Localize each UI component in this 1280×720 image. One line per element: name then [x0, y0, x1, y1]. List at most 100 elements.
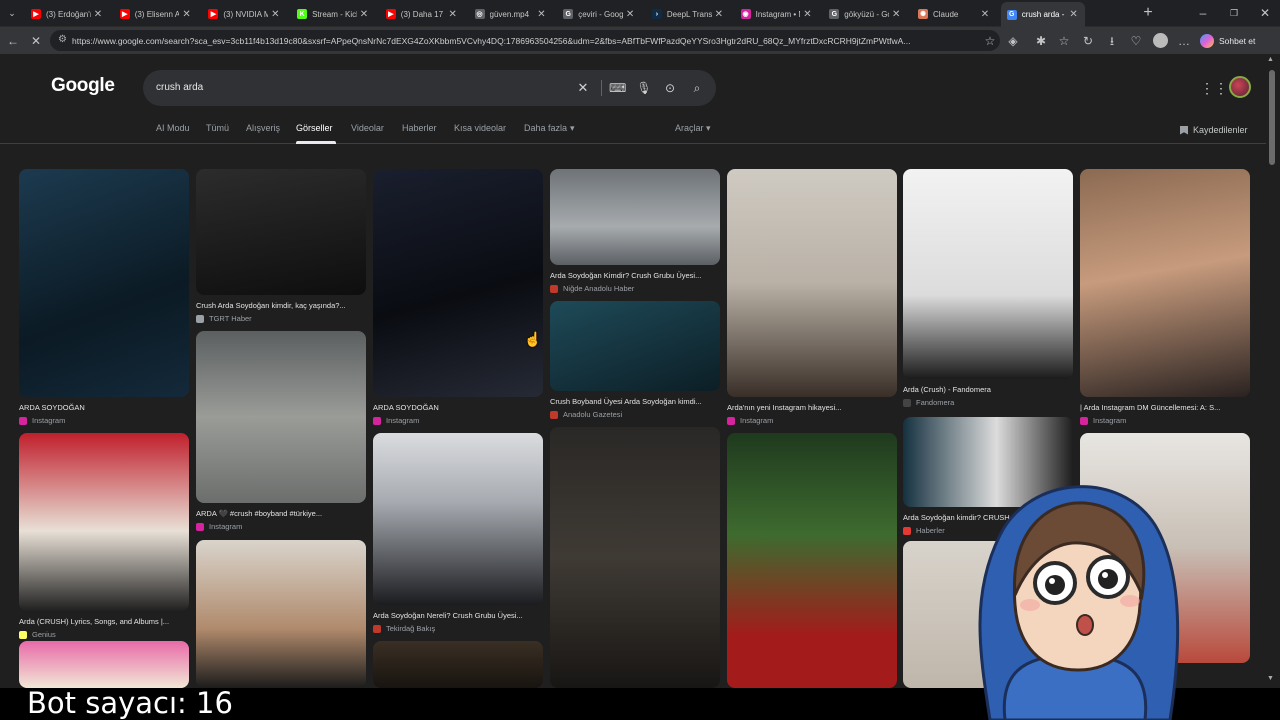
stop-loading-icon[interactable]: ✕ [28, 33, 44, 49]
result-thumbnail[interactable] [19, 433, 189, 611]
result-thumbnail[interactable] [196, 540, 366, 688]
browser-tab[interactable]: K Stream - Kick D✕ [291, 3, 376, 25]
profile-avatar[interactable] [1153, 33, 1168, 48]
result-source[interactable]: Fandomera [903, 398, 954, 407]
restore-icon[interactable]: ❐ [1226, 5, 1242, 21]
search-tab[interactable]: Haberler [402, 123, 437, 133]
browser-tab[interactable]: ▶ (3) Elisenn Am✕ [114, 3, 199, 25]
result-source[interactable]: Genius [19, 630, 56, 639]
close-tab-icon[interactable]: ✕ [537, 9, 547, 20]
browser-tab[interactable]: ◎ güven.mp4 ✕ [469, 3, 554, 25]
address-bar[interactable]: ⚙ https://www.google.com/search?sca_esv=… [50, 30, 1000, 51]
scrollbar-thumb[interactable] [1269, 70, 1275, 165]
result-thumbnail[interactable] [19, 169, 189, 397]
close-tab-icon[interactable]: ✕ [981, 9, 991, 20]
result-thumbnail[interactable] [550, 301, 720, 391]
search-tab[interactable]: Daha fazla [524, 123, 567, 133]
bookmark-star-icon[interactable]: ☆ [982, 33, 998, 49]
close-tab-icon[interactable]: ✕ [448, 9, 458, 20]
more-menu-icon[interactable]: … [1176, 33, 1192, 49]
google-logo[interactable]: Google [51, 75, 115, 97]
close-tab-icon[interactable]: ✕ [94, 9, 104, 20]
browser-tab[interactable]: › DeepL Translat✕ [646, 3, 731, 25]
result-source[interactable]: Instagram [196, 522, 242, 531]
search-input[interactable]: crush arda [156, 82, 203, 93]
copilot-chat-button[interactable]: Sohbet et [1200, 31, 1260, 50]
browser-tab[interactable]: ✺ Claude ✕ [912, 3, 997, 25]
result-caption[interactable]: Crush Arda Soydoğan kimdir, kaç yaşında?… [196, 301, 366, 310]
keyboard-icon[interactable]: ⌨ [609, 80, 626, 96]
result-thumbnail[interactable] [727, 169, 897, 397]
result-thumbnail[interactable] [373, 433, 543, 605]
extension-icon[interactable]: ◈ [1005, 33, 1021, 49]
tools-button[interactable]: Araçlar ▾ [675, 123, 711, 134]
result-source[interactable]: Instagram [1080, 416, 1126, 425]
result-thumbnail[interactable] [727, 433, 897, 688]
result-caption[interactable]: ARDA SOYDOĞAN [373, 403, 543, 412]
result-caption[interactable]: Arda (CRUSH) Lyrics, Songs, and Albums |… [19, 617, 189, 626]
download-icon[interactable]: ⭳ [1104, 33, 1120, 49]
search-tab[interactable]: Videolar [351, 123, 384, 133]
clear-search-icon[interactable]: ✕ [575, 80, 591, 96]
result-caption[interactable]: | Arda Instagram DM Güncellemesi: A: S..… [1080, 403, 1250, 412]
search-tab[interactable]: AI Modu [156, 123, 190, 133]
search-tab[interactable]: Kısa videolar [454, 123, 506, 133]
saved-button[interactable]: Kaydedilenler [1180, 125, 1248, 135]
minimize-icon[interactable]: – [1195, 5, 1211, 21]
search-tab[interactable]: Görseller [296, 123, 333, 133]
result-thumbnail[interactable] [196, 169, 366, 295]
browser-tab[interactable]: Gcrush arda - Go✕ [1000, 2, 1086, 27]
performance-icon[interactable]: ♡ [1128, 33, 1144, 49]
close-tab-icon[interactable]: ✕ [360, 9, 370, 20]
search-tab[interactable]: Alışveriş [246, 123, 280, 133]
close-tab-icon[interactable]: ✕ [1069, 9, 1079, 20]
close-tab-icon[interactable]: ✕ [182, 9, 192, 20]
search-tab[interactable]: Tümü [206, 123, 229, 133]
result-thumbnail[interactable] [19, 641, 189, 688]
history-icon[interactable]: ↻ [1080, 33, 1096, 49]
result-thumbnail[interactable] [903, 169, 1073, 379]
close-tab-icon[interactable]: ✕ [271, 9, 281, 20]
result-thumbnail[interactable] [373, 169, 543, 397]
browser-tab[interactable]: ▶ (3) Daha 17 | 12✕ [380, 3, 465, 25]
scroll-down-icon[interactable]: ▼ [1267, 675, 1274, 682]
close-tab-icon[interactable]: ✕ [715, 9, 725, 20]
search-icon[interactable]: ⌕ [689, 80, 705, 96]
browser-tab[interactable]: ▶ (3) Erdoğan'ın D✕ [25, 3, 110, 25]
result-caption[interactable]: Crush Boyband Üyesi Arda Soydoğan kimdi.… [550, 397, 720, 406]
result-thumbnail[interactable] [1080, 169, 1250, 397]
new-tab-icon[interactable]: + [1140, 5, 1156, 21]
result-caption[interactable]: ARDA 🖤 #crush #boyband #türkiye... [196, 509, 366, 518]
result-thumbnail[interactable] [550, 427, 720, 688]
search-box[interactable]: crush arda ✕ ⌨ 🎙 ⊙ ⌕ [143, 70, 716, 106]
result-source[interactable]: Tekirdağ Bakış [373, 624, 435, 633]
close-tab-icon[interactable]: ✕ [892, 9, 902, 20]
browser-tab[interactable]: ▶ (3) NVIDIA Mi ✕ [202, 3, 287, 25]
result-source[interactable]: Instagram [373, 416, 419, 425]
result-source[interactable]: Instagram [727, 416, 773, 425]
close-tab-icon[interactable]: ✕ [803, 9, 813, 20]
browser-tab[interactable]: Gçeviri - Google✕ [557, 3, 642, 25]
account-avatar[interactable] [1229, 76, 1251, 98]
result-source[interactable]: Anadolu Gazetesi [550, 410, 622, 419]
result-thumbnail[interactable] [196, 331, 366, 503]
tab-search-icon[interactable]: ⌄ [4, 5, 20, 21]
browser-tab[interactable]: Ggökyüzü - Goo✕ [823, 3, 908, 25]
microphone-icon[interactable]: 🎙 [636, 80, 652, 96]
result-source[interactable]: Haberler [903, 526, 945, 535]
scroll-up-icon[interactable]: ▲ [1267, 56, 1274, 63]
puzzle-icon[interactable]: ✱ [1033, 33, 1049, 49]
back-icon[interactable]: ← [5, 33, 21, 49]
close-window-icon[interactable]: ✕ [1257, 5, 1273, 21]
result-caption[interactable]: Arda Soydoğan Kimdir? Crush Grubu Üyesi.… [550, 271, 720, 280]
result-thumbnail[interactable] [373, 641, 543, 688]
browser-tab[interactable]: ◉ Instagram • Me✕ [735, 3, 820, 25]
favorites-icon[interactable]: ☆ [1056, 33, 1072, 49]
result-caption[interactable]: Arda'nın yeni Instagram hikayesi... [727, 403, 897, 412]
result-source[interactable]: Instagram [19, 416, 65, 425]
apps-grid-icon[interactable]: ⋮⋮ [1200, 80, 1228, 97]
close-tab-icon[interactable]: ✕ [626, 9, 636, 20]
result-caption[interactable]: Arda Soydoğan Nereli? Crush Grubu Üyesi.… [373, 611, 543, 620]
result-thumbnail[interactable] [550, 169, 720, 265]
lens-icon[interactable]: ⊙ [662, 80, 678, 96]
